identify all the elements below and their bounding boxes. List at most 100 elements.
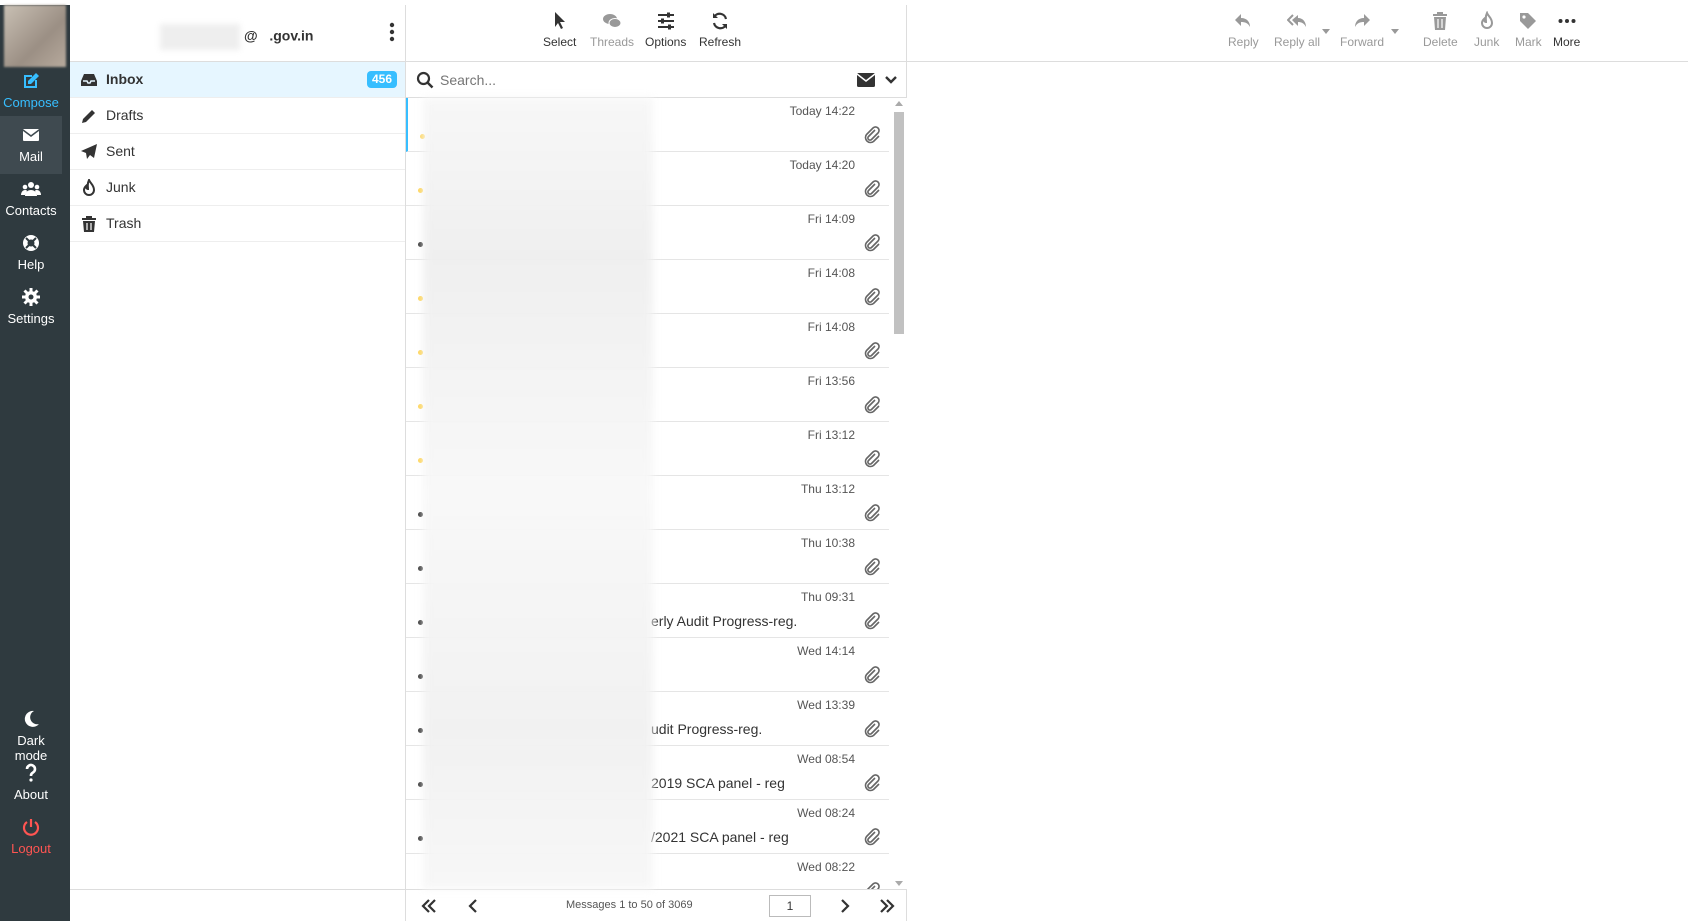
message-subject: 2019 SCA panel - reg <box>651 775 785 791</box>
junk-button[interactable]: Junk <box>1474 11 1499 49</box>
paperclip-icon <box>864 720 880 738</box>
last-page-icon[interactable] <box>876 895 898 917</box>
message-subject: erly Audit Progress-reg. <box>651 613 798 629</box>
contacts-button[interactable]: Contacts <box>0 170 62 228</box>
message-toolbar: Reply Reply all Forward Delete Junk Mark… <box>907 5 1688 62</box>
dark-mode-button[interactable]: Dark mode <box>0 700 62 763</box>
paperclip-icon <box>864 828 880 846</box>
folder-label: Drafts <box>106 107 144 123</box>
select-label: Select <box>543 35 577 49</box>
reply-button[interactable]: Reply <box>1228 11 1259 49</box>
folder-trash[interactable]: Trash <box>70 206 405 242</box>
folder-label: Trash <box>106 215 142 231</box>
logout-label: Logout <box>11 841 51 856</box>
users-icon <box>21 182 41 196</box>
delete-button[interactable]: Delete <box>1423 11 1458 49</box>
reply-label: Reply <box>1228 35 1259 49</box>
about-button[interactable]: About <box>0 754 62 812</box>
trash-icon <box>82 216 96 232</box>
mail-button[interactable]: Mail <box>0 116 62 174</box>
settings-button[interactable]: Settings <box>0 278 62 336</box>
redacted-sender-column <box>423 98 653 889</box>
select-button[interactable]: Select <box>543 11 576 49</box>
folder-inbox[interactable]: Inbox 456 <box>70 62 405 98</box>
mark-label: Mark <box>1515 35 1542 49</box>
refresh-button[interactable]: Refresh <box>699 11 741 49</box>
paperclip-icon <box>864 666 880 684</box>
message-date: Thu 13:12 <box>800 482 855 496</box>
reply-all-dropdown-caret[interactable] <box>1322 29 1330 34</box>
more-button[interactable]: More <box>1553 11 1580 49</box>
scroll-up-arrow[interactable] <box>895 101 903 106</box>
about-label: About <box>14 787 48 802</box>
envelope-icon <box>22 129 40 141</box>
compose-label: Compose <box>3 95 59 110</box>
mark-button[interactable]: Mark <box>1515 11 1542 49</box>
kebab-menu-icon[interactable] <box>389 22 395 42</box>
forward-dropdown-caret[interactable] <box>1391 29 1399 34</box>
options-label: Options <box>645 35 687 49</box>
reply-all-button[interactable]: Reply all <box>1274 11 1320 49</box>
refresh-icon <box>712 12 728 30</box>
chevron-down-icon[interactable] <box>884 73 898 87</box>
message-list-scrollbar[interactable] <box>890 98 907 889</box>
gear-icon <box>22 288 40 306</box>
message-count: Messages 1 to 50 of 3069 <box>566 899 693 911</box>
tag-icon <box>1520 13 1537 29</box>
folder-sent[interactable]: Sent <box>70 134 405 170</box>
pagination-bar: Messages 1 to 50 of 3069 1 <box>406 889 907 921</box>
reply-all-icon <box>1287 14 1307 27</box>
forward-button[interactable]: Forward <box>1340 11 1384 49</box>
message-date: Fri 13:56 <box>807 374 855 388</box>
account-address: @ .gov.in <box>160 24 313 50</box>
sliders-icon <box>657 12 674 30</box>
forward-icon <box>1355 14 1370 27</box>
message-date: Wed 08:54 <box>797 752 855 766</box>
folder-label: Inbox <box>106 71 144 87</box>
message-date: Fri 14:08 <box>807 320 855 334</box>
pencil-icon <box>82 110 95 123</box>
refresh-label: Refresh <box>699 35 742 49</box>
redacted-username <box>160 24 240 50</box>
folder-drafts[interactable]: Drafts <box>70 98 405 134</box>
mail-label: Mail <box>19 149 43 164</box>
paperclip-icon <box>864 774 880 792</box>
comments-icon <box>603 14 622 28</box>
account-at: @ <box>244 27 258 44</box>
lifebuoy-icon <box>23 235 39 251</box>
page-number-input[interactable]: 1 <box>769 895 811 917</box>
message-date: Today 14:22 <box>789 104 855 118</box>
cursor-icon <box>554 12 565 29</box>
message-date: Today 14:20 <box>789 158 855 172</box>
search-icon <box>416 71 434 89</box>
message-date: Wed 08:24 <box>797 806 855 820</box>
options-button[interactable]: Options <box>645 11 686 49</box>
paperclip-icon <box>864 450 880 468</box>
avatar[interactable] <box>4 5 66 67</box>
paperclip-icon <box>866 882 880 889</box>
scroll-thumb[interactable] <box>894 112 904 334</box>
next-page-icon[interactable] <box>834 895 856 917</box>
moon-icon <box>24 710 39 727</box>
first-page-icon[interactable] <box>418 895 440 917</box>
previous-page-icon[interactable] <box>462 895 484 917</box>
search-input[interactable] <box>440 68 820 92</box>
scroll-down-arrow[interactable] <box>895 881 903 886</box>
threads-button[interactable]: Threads <box>590 11 634 49</box>
folder-junk[interactable]: Junk <box>70 170 405 206</box>
message-date: Fri 14:08 <box>807 266 855 280</box>
message-date: Fri 13:12 <box>807 428 855 442</box>
webmail-app: Compose Mail Contacts Help Settings Dark… <box>0 5 1688 921</box>
reply-all-label: Reply all <box>1274 35 1321 49</box>
question-icon <box>25 763 37 782</box>
help-label: Help <box>17 257 45 272</box>
logout-button[interactable]: Logout <box>0 808 62 866</box>
help-button[interactable]: Help <box>0 224 62 282</box>
envelope-icon[interactable] <box>856 72 876 88</box>
paperclip-icon <box>864 558 880 576</box>
ellipsis-icon <box>1558 19 1576 23</box>
more-label: More <box>1553 35 1581 49</box>
compose-button[interactable]: Compose <box>0 62 62 120</box>
paperclip-icon <box>864 234 880 252</box>
paper-plane-icon <box>81 144 97 159</box>
